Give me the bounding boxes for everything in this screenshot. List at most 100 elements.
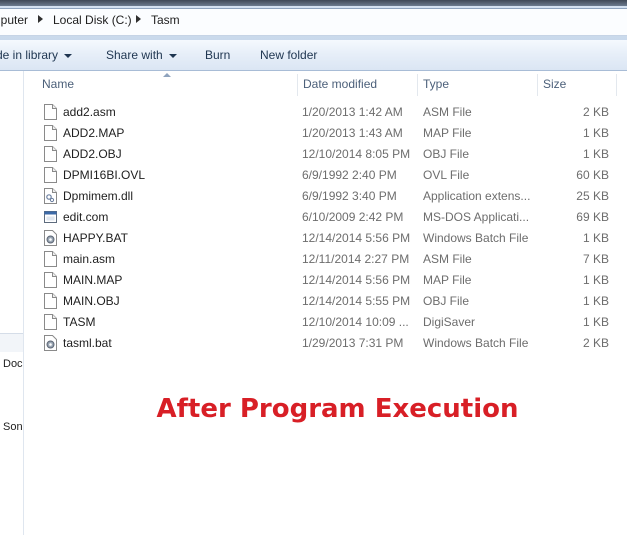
- breadcrumb-local-disk[interactable]: Local Disk (C:): [53, 13, 132, 27]
- file-type: OBJ File: [423, 294, 470, 308]
- doc-icon: [44, 167, 57, 183]
- command-bar: de in library Share with Burn New folder: [0, 40, 627, 71]
- address-bar: nputer Local Disk (C:) Tasm: [0, 0, 627, 40]
- column-header-type[interactable]: Type: [423, 77, 449, 91]
- file-size: 1 KB: [582, 126, 609, 140]
- file-date-modified: 12/10/2014 8:05 PM: [302, 147, 411, 161]
- doc-icon: [44, 314, 57, 330]
- batch-icon: [44, 335, 57, 351]
- column-header-size[interactable]: Size: [543, 77, 566, 91]
- breadcrumb-chevron-icon[interactable]: [136, 15, 141, 23]
- file-date-modified: 6/9/1992 2:40 PM: [302, 168, 397, 182]
- file-date-modified: 12/10/2014 10:09 ...: [302, 315, 409, 329]
- file-size: 1 KB: [582, 273, 609, 287]
- doc-icon: [44, 272, 57, 288]
- file-date-modified: 1/20/2013 1:43 AM: [302, 126, 403, 140]
- file-type: Application extens...: [423, 189, 531, 203]
- file-name: add2.asm: [63, 105, 116, 119]
- file-date-modified: 6/10/2009 2:42 PM: [302, 210, 404, 224]
- file-row[interactable]: ADD2.MAP 1/20/2013 1:43 AM MAP File 1 KB: [24, 123, 627, 144]
- file-size: 60 KB: [576, 168, 609, 182]
- file-row[interactable]: MAIN.OBJ 12/14/2014 5:55 PM OBJ File 1 KB: [24, 291, 627, 312]
- column-divider[interactable]: [297, 74, 298, 96]
- app-icon: [44, 209, 57, 225]
- column-header-name[interactable]: Name: [42, 77, 74, 91]
- file-name: DPMI16BI.OVL: [63, 168, 146, 182]
- file-type: OBJ File: [423, 147, 470, 161]
- doc-icon: [44, 104, 57, 120]
- file-type: MAP File: [423, 273, 472, 287]
- file-type: OVL File: [423, 168, 470, 182]
- file-row[interactable]: MAIN.MAP 12/14/2014 5:56 PM MAP File 1 KB: [24, 270, 627, 291]
- column-divider[interactable]: [537, 74, 538, 96]
- file-type: ASM File: [423, 105, 472, 119]
- doc-icon: [44, 293, 57, 309]
- file-type: Windows Batch File: [423, 231, 529, 245]
- batch-icon: [44, 230, 57, 246]
- file-size: 69 KB: [576, 210, 609, 224]
- file-name: ADD2.MAP: [63, 126, 125, 140]
- file-size: 1 KB: [582, 294, 609, 308]
- file-name: edit.com: [63, 210, 109, 224]
- share-with-label: Share with: [106, 48, 163, 62]
- include-in-library-button[interactable]: de in library: [0, 48, 73, 62]
- doc-icon: [44, 146, 57, 162]
- file-row[interactable]: Dpmimem.dll 6/9/1992 3:40 PM Application e…: [24, 186, 627, 207]
- nav-item-documents[interactable]: Doc: [3, 358, 23, 370]
- doc-icon: [44, 125, 57, 141]
- new-folder-button[interactable]: New folder: [260, 48, 317, 62]
- window-title-strip: [0, 0, 627, 6]
- file-size: 7 KB: [582, 252, 609, 266]
- file-name: TASM: [63, 315, 96, 329]
- file-name: MAIN.MAP: [63, 273, 123, 287]
- file-date-modified: 12/11/2014 2:27 PM: [302, 252, 410, 266]
- file-size: 1 KB: [582, 147, 609, 161]
- file-size: 2 KB: [582, 105, 609, 119]
- include-in-library-label: de in library: [0, 48, 59, 62]
- breadcrumb-computer[interactable]: nputer: [0, 13, 28, 27]
- dll-icon: [44, 188, 57, 204]
- file-date-modified: 1/29/2013 7:31 PM: [302, 336, 404, 350]
- doc-icon: [44, 251, 57, 267]
- file-name: Dpmimem.dll: [63, 189, 134, 203]
- chevron-down-icon: [168, 53, 177, 58]
- file-row[interactable]: tasml.bat 1/29/2013 7:31 PM Windows Batch …: [24, 333, 627, 354]
- file-name: MAIN.OBJ: [63, 294, 120, 308]
- navigation-pane[interactable]: Doc Son: [0, 71, 24, 535]
- file-type: MS-DOS Applicati...: [423, 210, 530, 224]
- file-row[interactable]: edit.com 6/10/2009 2:42 PM MS-DOS Applicat…: [24, 207, 627, 228]
- file-date-modified: 1/20/2013 1:42 AM: [302, 105, 403, 119]
- column-divider[interactable]: [616, 74, 617, 96]
- file-size: 2 KB: [582, 336, 609, 350]
- file-row[interactable]: TASM 12/10/2014 10:09 ... DigiSaver 1 KB: [24, 312, 627, 333]
- file-row[interactable]: DPMI16BI.OVL 6/9/1992 2:40 PM OVL File 60 K…: [24, 165, 627, 186]
- file-date-modified: 6/9/1992 3:40 PM: [302, 189, 397, 203]
- column-header-date[interactable]: Date modified: [303, 77, 377, 91]
- file-row[interactable]: ADD2.OBJ 12/10/2014 8:05 PM OBJ File 1 KB: [24, 144, 627, 165]
- file-size: 1 KB: [582, 231, 609, 245]
- nav-section-band: [0, 334, 23, 352]
- file-name: main.asm: [63, 252, 116, 266]
- sort-ascending-icon: [163, 73, 171, 77]
- file-size: 25 KB: [576, 189, 609, 203]
- file-type: Windows Batch File: [423, 336, 529, 350]
- column-divider[interactable]: [417, 74, 418, 96]
- caption-text: After Program Execution: [156, 394, 519, 424]
- breadcrumb-chevron-icon[interactable]: [38, 15, 43, 23]
- burn-button[interactable]: Burn: [205, 48, 230, 62]
- file-row[interactable]: main.asm 12/11/2014 2:27 PM ASM File 7 KB: [24, 249, 627, 270]
- file-type: MAP File: [423, 126, 472, 140]
- breadcrumb-tasm[interactable]: Tasm: [151, 13, 180, 27]
- file-row[interactable]: add2.asm 1/20/2013 1:42 AM ASM File 2 KB: [24, 102, 627, 123]
- file-name: tasml.bat: [63, 336, 112, 350]
- file-date-modified: 12/14/2014 5:55 PM: [302, 294, 411, 308]
- file-type: DigiSaver: [423, 315, 476, 329]
- file-name: ADD2.OBJ: [63, 147, 122, 161]
- share-with-button[interactable]: Share with: [106, 48, 177, 62]
- file-row[interactable]: HAPPY.BAT 12/14/2014 5:56 PM Windows Batch…: [24, 228, 627, 249]
- chevron-down-icon: [64, 53, 73, 58]
- file-size: 1 KB: [582, 315, 609, 329]
- column-headers: Name Date modified Type Size: [24, 71, 627, 97]
- file-name: HAPPY.BAT: [63, 231, 128, 245]
- file-type: ASM File: [423, 252, 472, 266]
